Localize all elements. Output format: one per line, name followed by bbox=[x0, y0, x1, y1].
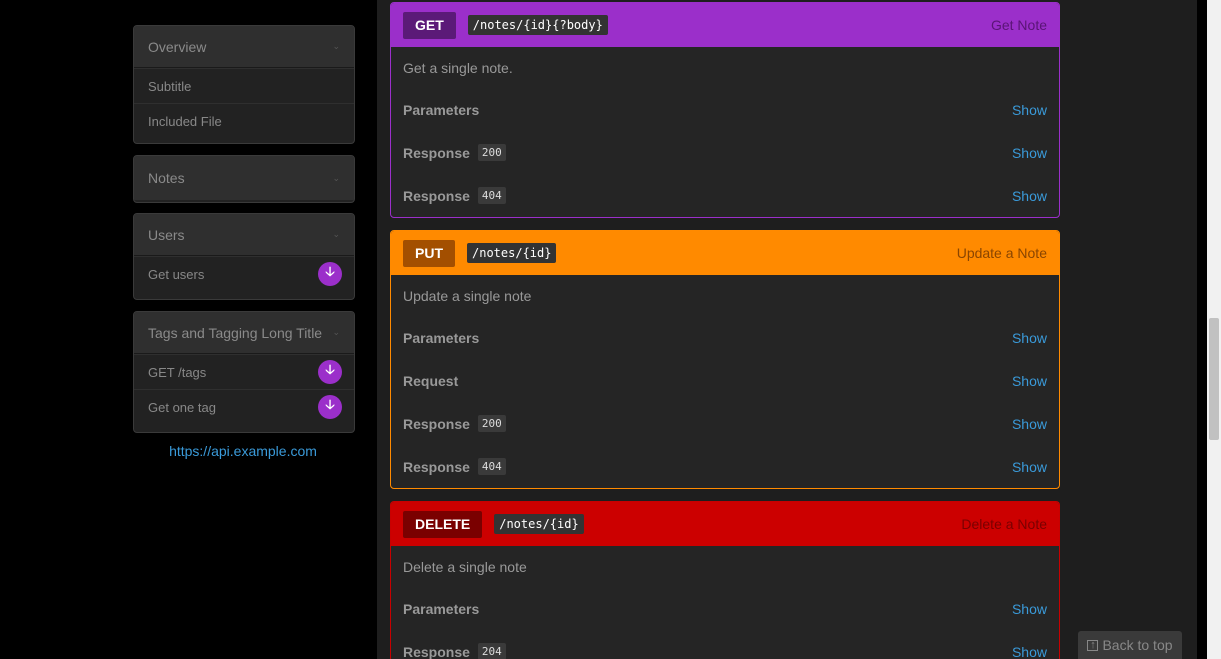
response-row: Response 404 Show bbox=[391, 445, 1059, 488]
sidebar-item-label: Included File bbox=[148, 113, 222, 129]
method-badge: DELETE bbox=[403, 510, 483, 538]
status-code: 404 bbox=[477, 458, 506, 475]
chevron-down-icon: ⌄ bbox=[332, 229, 340, 239]
sidebar-item-subtitle[interactable]: Subtitle bbox=[134, 68, 354, 103]
response-row: Response 204 Show bbox=[391, 630, 1059, 659]
status-code: 404 bbox=[477, 187, 506, 204]
endpoint-get-note: GET /notes/{id}{?body} Get Note Get a si… bbox=[390, 2, 1060, 218]
chevron-down-icon: ⌄ bbox=[332, 41, 340, 51]
parameters-row: Parameters Show bbox=[391, 316, 1059, 359]
response-row: Response 200 Show bbox=[391, 131, 1059, 174]
endpoint-description: Delete a single note bbox=[403, 559, 527, 575]
endpoint-update-note: PUT /notes/{id} Update a Note Update a s… bbox=[390, 230, 1060, 489]
row-label: Request bbox=[403, 372, 459, 389]
sidebar-item-get-users[interactable]: Get users 🡣 bbox=[134, 256, 354, 291]
sidebar-item-get-one-tag[interactable]: Get one tag 🡣 bbox=[134, 389, 354, 424]
method-badge: GET bbox=[403, 11, 456, 39]
endpoint-delete-note: DELETE /notes/{id} Delete a Note Delete … bbox=[390, 501, 1060, 659]
row-label: Response bbox=[403, 458, 470, 475]
endpoint-description: Get a single note. bbox=[403, 60, 513, 76]
nav-group-header-overview[interactable]: Overview ⌄ bbox=[134, 26, 354, 68]
row-label: Parameters bbox=[403, 101, 480, 118]
chevron-down-icon: ⌄ bbox=[332, 327, 340, 337]
endpoint-header[interactable]: DELETE /notes/{id} Delete a Note bbox=[391, 502, 1059, 546]
row-label: Response bbox=[403, 144, 470, 161]
status-code: 200 bbox=[477, 415, 506, 432]
nav-group-title: Users bbox=[148, 226, 185, 243]
endpoint-header[interactable]: GET /notes/{id}{?body} Get Note bbox=[391, 3, 1059, 47]
scrollbar-thumb[interactable] bbox=[1209, 318, 1219, 440]
back-to-top-label: Back to top bbox=[1102, 637, 1173, 653]
sidebar-item-get-tags[interactable]: GET /tags 🡣 bbox=[134, 354, 354, 389]
show-link[interactable]: Show bbox=[1012, 416, 1047, 432]
nav-group-title: Notes bbox=[148, 170, 185, 186]
endpoint-title: Delete a Note bbox=[961, 516, 1047, 532]
nav-group-users: Users ⌄ Get users 🡣 bbox=[133, 213, 355, 300]
endpoint-path: /notes/{id} bbox=[467, 243, 557, 263]
method-badge: PUT bbox=[403, 239, 455, 267]
show-link[interactable]: Show bbox=[1012, 188, 1047, 204]
response-row: Response 404 Show bbox=[391, 174, 1059, 217]
chevron-down-icon: ⌄ bbox=[332, 172, 340, 183]
parameters-row: Parameters Show bbox=[391, 587, 1059, 630]
nav-group-title: Overview bbox=[148, 38, 207, 55]
sidebar-item-label: Get one tag bbox=[148, 399, 216, 415]
row-label: Response bbox=[403, 643, 470, 659]
show-link[interactable]: Show bbox=[1012, 459, 1047, 475]
nav-group-header-tags[interactable]: Tags and Tagging Long Title ⌄ bbox=[134, 312, 354, 354]
show-link[interactable]: Show bbox=[1012, 644, 1047, 659]
sidebar-item-included-file[interactable]: Included File bbox=[134, 103, 354, 138]
api-host-link[interactable]: https://api.example.com bbox=[133, 443, 353, 459]
status-code: 200 bbox=[477, 144, 506, 161]
arrow-up-square-icon: ↑ bbox=[1087, 639, 1099, 651]
nav-group-tags: Tags and Tagging Long Title ⌄ GET /tags … bbox=[133, 311, 355, 433]
arrow-down-circle-icon[interactable]: 🡣 bbox=[318, 395, 342, 419]
row-label: Parameters bbox=[403, 600, 480, 617]
nav-group-title: Tags and Tagging Long Title bbox=[148, 324, 323, 341]
request-row: Request Show bbox=[391, 359, 1059, 402]
status-code: 204 bbox=[477, 643, 506, 659]
arrow-down-circle-icon[interactable]: 🡣 bbox=[318, 262, 342, 286]
nav-group-header-users[interactable]: Users ⌄ bbox=[134, 214, 354, 256]
nav-group-overview: Overview ⌄ Subtitle Included File bbox=[133, 25, 355, 144]
parameters-row: Parameters Show bbox=[391, 88, 1059, 131]
endpoint-title: Get Note bbox=[990, 17, 1047, 33]
endpoint-description: Update a single note bbox=[403, 288, 532, 304]
endpoint-title: Update a Note bbox=[956, 245, 1047, 261]
show-link[interactable]: Show bbox=[1012, 102, 1047, 118]
endpoint-header[interactable]: PUT /notes/{id} Update a Note bbox=[391, 231, 1059, 275]
row-label: Response bbox=[403, 187, 470, 204]
sidebar-item-label: Subtitle bbox=[148, 78, 192, 94]
row-label: Response bbox=[403, 415, 470, 432]
endpoint-path: /notes/{id} bbox=[494, 514, 584, 534]
page-scrollbar[interactable] bbox=[1207, 0, 1221, 659]
sidebar-item-label: Get users bbox=[148, 266, 205, 282]
show-link[interactable]: Show bbox=[1012, 373, 1047, 389]
back-to-top-button[interactable]: ↑ Back to top bbox=[1078, 631, 1182, 659]
arrow-down-circle-icon[interactable]: 🡣 bbox=[318, 360, 342, 384]
show-link[interactable]: Show bbox=[1012, 145, 1047, 161]
response-row: Response 200 Show bbox=[391, 402, 1059, 445]
sidebar-item-label: GET /tags bbox=[148, 364, 207, 380]
endpoint-path: /notes/{id}{?body} bbox=[467, 15, 608, 35]
show-link[interactable]: Show bbox=[1012, 601, 1047, 617]
nav-group-header-notes[interactable]: Notes ⌄ bbox=[134, 156, 354, 200]
row-label: Parameters bbox=[403, 329, 480, 346]
show-link[interactable]: Show bbox=[1012, 330, 1047, 346]
nav-group-notes: Notes ⌄ bbox=[133, 155, 355, 203]
